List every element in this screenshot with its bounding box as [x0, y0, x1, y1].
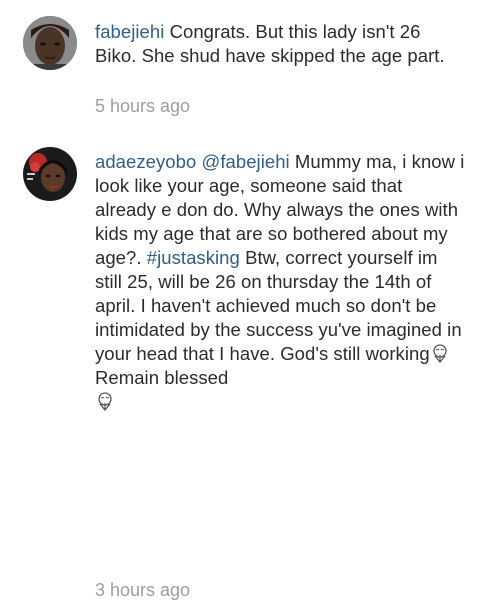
comment-mention[interactable]: @fabejiehi: [202, 151, 290, 172]
comment-message-end: Remain blessed: [95, 367, 229, 388]
comment-hashtag[interactable]: #justasking: [147, 247, 240, 268]
praying-face-icon: [95, 391, 115, 412]
comment-text: adaezeyobo @fabejiehi Mummy ma, i know i…: [95, 150, 467, 414]
user-avatar[interactable]: [23, 16, 77, 70]
user-avatar[interactable]: [23, 147, 77, 201]
comment-timestamp: 3 hours ago: [95, 580, 191, 600]
comment-text: fabejiehi Congrats. But this lady isn't …: [95, 20, 467, 68]
user-avatar-icon: [23, 147, 77, 201]
user-avatar-icon: [23, 16, 77, 70]
praying-face-icon: [430, 343, 450, 364]
comment-timestamp: 5 hours ago: [95, 96, 191, 116]
comment-username[interactable]: adaezeyobo: [95, 151, 196, 172]
comment-username[interactable]: fabejiehi: [95, 21, 164, 42]
